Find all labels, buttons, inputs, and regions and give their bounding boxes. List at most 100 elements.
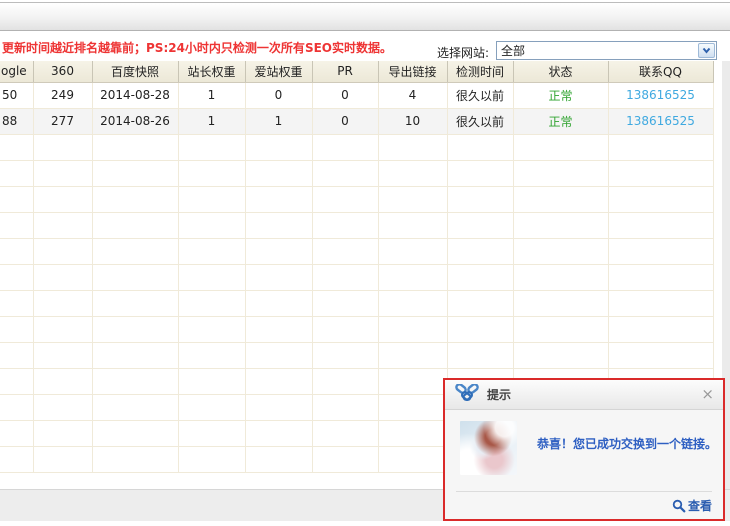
status-badge: 正常 (513, 82, 608, 108)
table-cell-empty (0, 342, 33, 368)
table-cell-empty (178, 264, 245, 290)
table-cell-empty (33, 264, 92, 290)
site-select-value: 全部 (501, 43, 525, 59)
table-cell: 2014-08-26 (92, 108, 178, 134)
table-cell-empty (178, 290, 245, 316)
column-header-aizhan-weight[interactable]: 爱站权重 (245, 61, 312, 82)
table-cell-empty (312, 264, 378, 290)
table-cell-empty (92, 160, 178, 186)
table-cell-empty (608, 342, 713, 368)
table-cell-empty (178, 368, 245, 394)
table-cell-empty (245, 264, 312, 290)
column-header-google[interactable]: ogle (0, 61, 33, 82)
table-cell-empty (33, 238, 92, 264)
chevron-down-icon[interactable] (698, 43, 715, 58)
table-cell-empty (513, 212, 608, 238)
table-cell-empty (33, 394, 92, 420)
table-row-empty (0, 238, 713, 264)
table-cell-empty (378, 420, 447, 446)
table-cell-empty (513, 290, 608, 316)
table-cell: 10 (378, 108, 447, 134)
table-cell: 很久以前 (447, 82, 513, 108)
table-cell-empty (608, 134, 713, 160)
table-row-empty (0, 316, 713, 342)
status-badge: 正常 (513, 108, 608, 134)
view-button[interactable]: 查看 (672, 497, 712, 514)
table-cell-empty (447, 316, 513, 342)
site-select[interactable]: 全部 (496, 41, 717, 60)
table-cell-empty (178, 238, 245, 264)
seo-link-exchange-page: 更新时间越近排名越靠前；PS:24小时内只检测一次所有SEO实时数据。 选择网站… (0, 0, 730, 526)
table-cell-empty (378, 446, 447, 472)
top-toolbar (0, 2, 730, 31)
table-cell-empty (0, 264, 33, 290)
table-row-empty (0, 290, 713, 316)
table-cell-empty (33, 446, 92, 472)
column-header-webmaster-weight[interactable]: 站长权重 (178, 61, 245, 82)
table-cell-empty (513, 316, 608, 342)
table-row-empty (0, 160, 713, 186)
table-cell-empty (608, 238, 713, 264)
table-cell-empty (0, 420, 33, 446)
table-row-empty (0, 264, 713, 290)
table-cell-empty (178, 394, 245, 420)
table-cell-empty (447, 238, 513, 264)
table-cell-empty (178, 420, 245, 446)
table-cell-empty (245, 290, 312, 316)
table-cell-empty (513, 160, 608, 186)
table-cell-empty (0, 316, 33, 342)
table-cell-empty (447, 264, 513, 290)
table-cell-empty (312, 290, 378, 316)
table-cell-empty (92, 212, 178, 238)
table-cell-empty (447, 186, 513, 212)
table-cell-empty (33, 368, 92, 394)
table-cell-empty (245, 160, 312, 186)
popup-message: 恭喜！您已成功交换到一个链接。 (537, 435, 717, 452)
table-cell-empty (312, 446, 378, 472)
table-cell-empty (312, 316, 378, 342)
table-cell-empty (245, 238, 312, 264)
column-header-baidu-snapshot[interactable]: 百度快照 (92, 61, 178, 82)
table-cell-empty (92, 264, 178, 290)
view-button-label: 查看 (688, 497, 712, 514)
table-cell-empty (378, 316, 447, 342)
table-cell-empty (312, 186, 378, 212)
table-cell-empty (245, 186, 312, 212)
table-cell-empty (92, 290, 178, 316)
link-exchange-icon (454, 384, 480, 405)
close-icon[interactable]: × (701, 387, 714, 402)
table-cell-empty (447, 290, 513, 316)
table-cell-empty (245, 212, 312, 238)
table-cell-empty (178, 212, 245, 238)
table-cell-empty (178, 134, 245, 160)
table-cell-empty (0, 394, 33, 420)
table-row-empty (0, 212, 713, 238)
table-cell-empty (513, 134, 608, 160)
table-cell-empty (378, 290, 447, 316)
column-header-check-time[interactable]: 检测时间 (447, 61, 513, 82)
table-cell-empty (447, 134, 513, 160)
column-header-outbound-links[interactable]: 导出链接 (378, 61, 447, 82)
table-cell-empty (178, 316, 245, 342)
table-cell-empty (92, 394, 178, 420)
notification-thumbnail (460, 421, 517, 475)
column-header-pr[interactable]: PR (312, 61, 378, 82)
table-cell-empty (245, 316, 312, 342)
table-cell: 1 (178, 108, 245, 134)
table-cell-empty (312, 134, 378, 160)
qq-contact-link[interactable]: 138616525 (608, 108, 713, 134)
qq-contact-link[interactable]: 138616525 (608, 82, 713, 108)
table-cell-empty (178, 446, 245, 472)
column-header-360[interactable]: 360 (33, 61, 92, 82)
column-header-contact-qq[interactable]: 联系QQ (608, 61, 713, 82)
table-cell: 277 (33, 108, 92, 134)
table-cell-empty (0, 160, 33, 186)
table-cell-empty (92, 420, 178, 446)
table-cell-empty (178, 160, 245, 186)
table-cell: 1 (245, 108, 312, 134)
table-cell-empty (312, 238, 378, 264)
table-cell-empty (608, 186, 713, 212)
table-cell-empty (608, 212, 713, 238)
column-header-status[interactable]: 状态 (513, 61, 608, 82)
table-cell-empty (0, 446, 33, 472)
